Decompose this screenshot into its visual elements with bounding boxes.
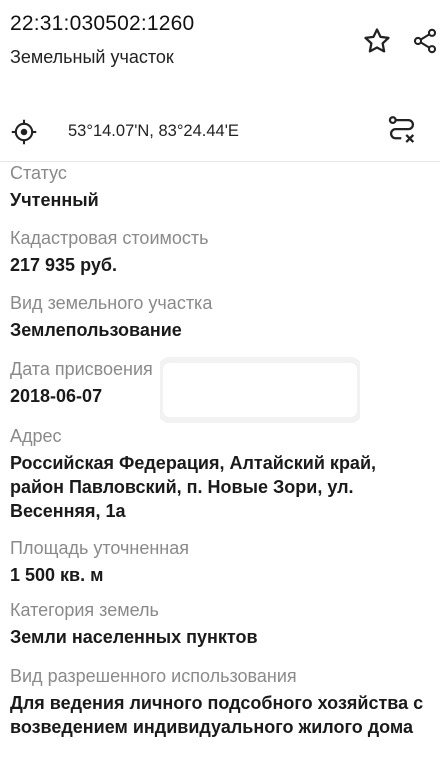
coordinates-bar: 53°14.07'N, 83°24.44'E [0,100,440,162]
route-clear-icon [388,116,415,143]
field-label: Вид разрешенного использования [10,666,297,686]
field-value: 1 500 кв. м [10,565,104,585]
cadastral-number: 22:31:030502:1260 [10,12,195,35]
field-label: Кадастровая стоимость [10,228,209,248]
route-button[interactable] [384,112,420,148]
status-field: Статус Учтенный [10,162,432,212]
field-label: Адрес [10,426,62,446]
field-label: Категория земель [10,600,159,620]
crosshair-icon [11,119,37,145]
field-value: 2018-06-07 [10,386,103,406]
star-icon [364,28,390,53]
field-label: Статус [10,163,67,183]
address-field: Адрес Российская Федерация, Алтайский кр… [10,425,432,523]
field-label: Дата присвоения [10,359,153,379]
area-field: Площадь уточненная 1 500 кв. м [10,537,432,587]
land-type-field: Вид земельного участка Землепользование [10,292,432,342]
field-label: Вид земельного участка [10,293,213,313]
favorite-button[interactable] [359,23,395,59]
assignment-date-field: Дата присвоения 2018-06-07 [10,358,432,408]
cadastral-value-field: Кадастровая стоимость 217 935 руб. [10,227,432,277]
field-value: Учтенный [10,190,99,210]
object-type-subtitle: Земельный участок [10,47,174,67]
field-value: 217 935 руб. [10,255,117,275]
permitted-use-field: Вид разрешенного использования Для веден… [10,665,432,739]
field-value: Землепользование [10,320,182,340]
field-value: Для ведения личного подсобного хозяйства… [10,693,424,737]
field-label: Площадь уточненная [10,538,189,558]
land-category-field: Категория земель Земли населенных пункто… [10,599,432,649]
header: 22:31:030502:1260 Земельный участок [0,0,440,100]
share-button[interactable] [407,23,440,59]
field-value: Российская Федерация, Алтайский край, ра… [10,453,377,521]
field-value: Земли населенных пунктов [10,627,258,647]
locate-button[interactable] [6,114,42,150]
coordinates-text: 53°14.07'N, 83°24.44'E [68,122,239,140]
share-icon [413,28,437,54]
